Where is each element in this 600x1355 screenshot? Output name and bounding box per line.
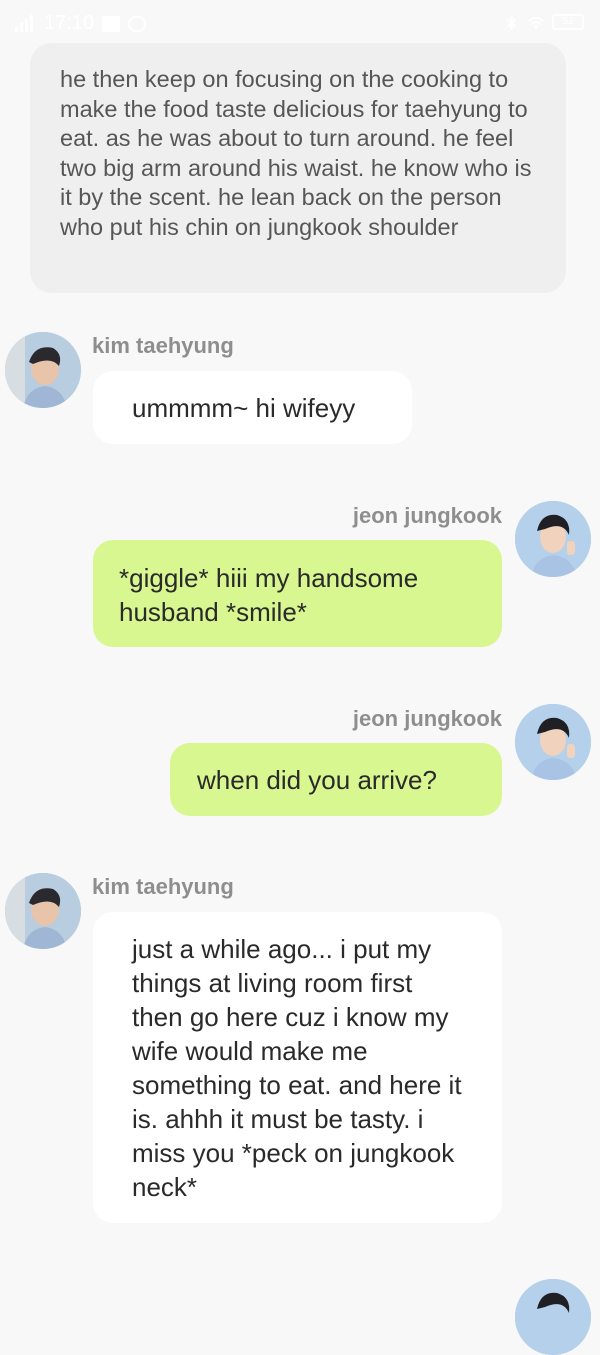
- message-text: *giggle* hiii my handsome husband *smile…: [119, 563, 419, 627]
- status-left: 17:10: [14, 12, 147, 35]
- status-time: 17:10: [44, 12, 95, 34]
- battery-icon: 52: [552, 14, 584, 30]
- chat-notification-icon: [128, 15, 147, 32]
- signal-icon: [14, 14, 36, 33]
- avatar-jeon-jungkook[interactable]: [515, 704, 591, 780]
- avatar-jeon-jungkook[interactable]: [515, 1279, 591, 1355]
- status-bar: 17:10 52: [0, 0, 600, 48]
- wifi-icon: [528, 14, 544, 30]
- bluetooth-icon: [504, 14, 518, 31]
- message-text: just a while ago... i put my things at l…: [132, 934, 462, 1202]
- message-bubble[interactable]: ummmm~ hi wifeyy: [93, 371, 412, 444]
- status-right: 52: [504, 14, 584, 31]
- avatar-kim-taehyung[interactable]: [5, 332, 81, 408]
- message-bubble[interactable]: *giggle* hiii my handsome husband *smile…: [93, 540, 502, 647]
- sender-name: kim taehyung: [92, 874, 234, 899]
- message-text: when did you arrive?: [197, 765, 437, 795]
- message-bubble[interactable]: when did you arrive?: [170, 743, 502, 816]
- avatar-jeon-jungkook[interactable]: [515, 501, 591, 577]
- message-text: ummmm~ hi wifeyy: [132, 393, 356, 423]
- message-notification-icon: [102, 15, 121, 32]
- sender-name: kim taehyung: [92, 333, 234, 358]
- sender-name: jeon jungkook: [352, 706, 502, 731]
- narration-card: he then keep on focusing on the cooking …: [30, 43, 566, 293]
- narration-text: he then keep on focusing on the cooking …: [60, 66, 532, 240]
- message-bubble[interactable]: just a while ago... i put my things at l…: [93, 912, 502, 1223]
- sender-name: jeon jungkook: [352, 503, 502, 528]
- avatar-kim-taehyung[interactable]: [5, 873, 81, 949]
